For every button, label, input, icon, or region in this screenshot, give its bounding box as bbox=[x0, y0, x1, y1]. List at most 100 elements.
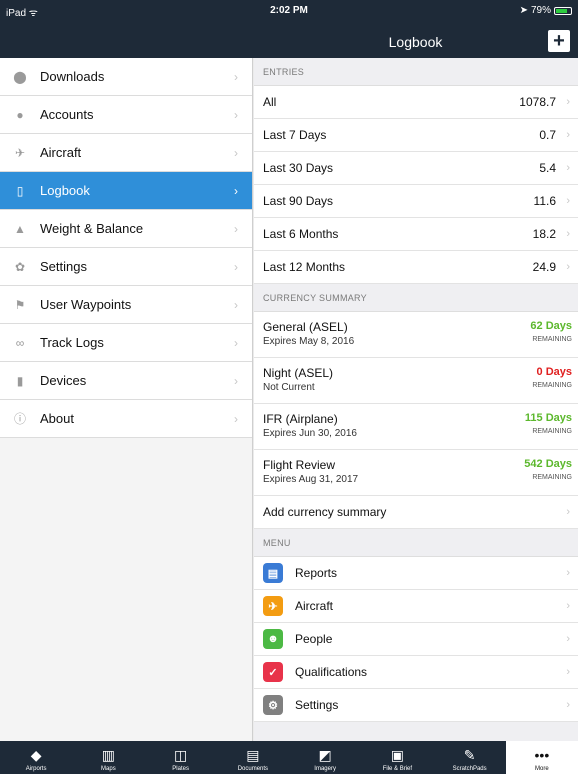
more-icon: ••• bbox=[534, 747, 550, 763]
sidebar-item-label: Settings bbox=[40, 259, 87, 274]
book-icon: ▯ bbox=[16, 183, 24, 198]
tab-documents[interactable]: ▤ Documents bbox=[217, 741, 289, 774]
sidebar-item-downloads[interactable]: ⬤ Downloads › bbox=[0, 58, 252, 96]
chevron-right-icon: › bbox=[566, 129, 570, 141]
entry-row-30-days[interactable]: Last 30 Days 5.4 › bbox=[254, 152, 578, 185]
entry-row-all[interactable]: All 1078.7 › bbox=[254, 86, 578, 119]
chevron-right-icon: › bbox=[234, 411, 238, 426]
chevron-right-icon: › bbox=[566, 699, 570, 711]
menu-header: MENU bbox=[254, 529, 578, 557]
tab-airports[interactable]: ◆ Airports bbox=[0, 741, 72, 774]
entry-value: 0.7 bbox=[539, 128, 556, 142]
chevron-right-icon: › bbox=[566, 600, 570, 612]
add-currency-summary-button[interactable]: Add currency summary › bbox=[254, 496, 578, 529]
status-bar: iPad ᯤ 2:02 PM ➤ 79% bbox=[0, 0, 578, 22]
add-currency-label: Add currency summary bbox=[263, 505, 387, 519]
entry-row-7-days[interactable]: Last 7 Days 0.7 › bbox=[254, 119, 578, 152]
download-icon: ⬤ bbox=[13, 69, 27, 84]
menu-item-label: Aircraft bbox=[295, 599, 334, 613]
entry-label: Last 90 Days bbox=[263, 194, 334, 208]
entry-row-12-months[interactable]: Last 12 Months 24.9 › bbox=[254, 251, 578, 284]
tab-file-brief[interactable]: ▣ File & Brief bbox=[361, 741, 433, 774]
currency-row-general[interactable]: General (ASEL) Expires May 8, 2016 62 Da… bbox=[254, 312, 578, 358]
battery-percent: 79% bbox=[530, 5, 551, 16]
tab-scratchpads[interactable]: ✎ ScratchPads bbox=[434, 741, 506, 774]
menu-item-label: Settings bbox=[295, 698, 339, 712]
airplane-icon: ✈ bbox=[263, 596, 283, 616]
menu-item-reports[interactable]: ▤ Reports › bbox=[254, 557, 578, 590]
logbook-content: ENTRIES All 1078.7 › Last 7 Days 0.7 › L… bbox=[254, 58, 578, 741]
currency-title: General (ASEL) bbox=[263, 320, 348, 334]
entry-row-6-months[interactable]: Last 6 Months 18.2 › bbox=[254, 218, 578, 251]
chevron-right-icon: › bbox=[566, 96, 570, 108]
menu-item-qualifications[interactable]: ✓ Qualifications › bbox=[254, 656, 578, 689]
entry-value: 11.6 bbox=[533, 194, 556, 208]
tab-label: File & Brief bbox=[382, 766, 413, 772]
currency-title: Flight Review bbox=[263, 458, 336, 472]
tab-imagery[interactable]: ◩ Imagery bbox=[289, 741, 361, 774]
sidebar-item-about[interactable]: ⓘ About › bbox=[0, 400, 252, 438]
currency-subtitle: Expires May 8, 2016 bbox=[263, 336, 355, 347]
menu-item-settings[interactable]: ⚙ Settings › bbox=[254, 689, 578, 722]
currency-subtitle: Expires Jun 30, 2016 bbox=[263, 428, 357, 439]
tab-label: Plates bbox=[172, 766, 189, 772]
sidebar-item-aircraft[interactable]: ✈ Aircraft › bbox=[0, 134, 252, 172]
entry-value: 24.9 bbox=[532, 260, 556, 274]
sidebar-item-weight-balance[interactable]: ▲ Weight & Balance › bbox=[0, 210, 252, 248]
clock: 2:02 PM bbox=[270, 5, 308, 16]
pen-icon: ✎ bbox=[463, 747, 476, 763]
map-icon: ▥ bbox=[101, 747, 115, 763]
page-title: Logbook bbox=[388, 34, 443, 50]
plate-icon: ◫ bbox=[174, 747, 188, 763]
tab-label: More bbox=[535, 766, 549, 772]
chevron-right-icon: › bbox=[566, 195, 570, 207]
chevron-right-icon: › bbox=[566, 666, 570, 678]
sidebar-item-settings[interactable]: ✿ Settings › bbox=[0, 248, 252, 286]
chevron-right-icon: › bbox=[234, 373, 238, 388]
currency-subtitle: Expires Aug 31, 2017 bbox=[263, 474, 359, 485]
chevron-right-icon: › bbox=[234, 69, 238, 84]
entry-label: Last 12 Months bbox=[263, 260, 346, 274]
info-icon: ⓘ bbox=[13, 412, 26, 426]
chevron-right-icon: › bbox=[566, 162, 570, 174]
tab-label: Maps bbox=[101, 766, 116, 772]
entry-label: Last 7 Days bbox=[263, 128, 327, 142]
sidebar: ⬤ Downloads › ● Accounts › ✈ Aircraft › … bbox=[0, 58, 253, 741]
chevron-right-icon: › bbox=[234, 335, 238, 350]
sidebar-item-logbook[interactable]: ▯ Logbook › bbox=[0, 172, 252, 210]
remaining-label: REMAINING bbox=[532, 336, 572, 343]
tab-maps[interactable]: ▥ Maps bbox=[72, 741, 144, 774]
currency-row-flight-review[interactable]: Flight Review Expires Aug 31, 2017 542 D… bbox=[254, 450, 578, 496]
sidebar-item-label: Track Logs bbox=[40, 335, 104, 350]
sidebar-item-label: User Waypoints bbox=[40, 297, 132, 312]
chevron-right-icon: › bbox=[566, 567, 570, 579]
currency-row-ifr[interactable]: IFR (Airplane) Expires Jun 30, 2016 115 … bbox=[254, 404, 578, 450]
remaining-label: REMAINING bbox=[532, 474, 572, 481]
menu-item-label: Qualifications bbox=[295, 665, 368, 679]
sidebar-item-track-logs[interactable]: ∞ Track Logs › bbox=[0, 324, 252, 362]
top-bar: iPad ᯤ 2:02 PM ➤ 79% Logbook + bbox=[0, 0, 578, 58]
days-remaining: 62 Days bbox=[530, 320, 572, 332]
chevron-right-icon: › bbox=[566, 261, 570, 273]
remaining-label: REMAINING bbox=[532, 382, 572, 389]
imagery-icon: ◩ bbox=[318, 747, 332, 763]
entry-row-90-days[interactable]: Last 90 Days 11.6 › bbox=[254, 185, 578, 218]
entries-header: ENTRIES bbox=[254, 58, 578, 86]
currency-subtitle: Not Current bbox=[263, 382, 315, 393]
sidebar-item-label: Weight & Balance bbox=[40, 221, 144, 236]
tab-plates[interactable]: ◫ Plates bbox=[145, 741, 217, 774]
sidebar-item-user-waypoints[interactable]: ⚑ User Waypoints › bbox=[0, 286, 252, 324]
add-entry-button[interactable]: + bbox=[548, 30, 570, 52]
currency-header: CURRENCY SUMMARY bbox=[254, 284, 578, 312]
sidebar-item-accounts[interactable]: ● Accounts › bbox=[0, 96, 252, 134]
menu-item-aircraft[interactable]: ✈ Aircraft › bbox=[254, 590, 578, 623]
entry-value: 18.2 bbox=[532, 227, 556, 241]
remaining-label: REMAINING bbox=[532, 428, 572, 435]
sidebar-item-devices[interactable]: ▮ Devices › bbox=[0, 362, 252, 400]
menu-item-people[interactable]: ☻ People › bbox=[254, 623, 578, 656]
days-remaining: 0 Days bbox=[536, 366, 572, 378]
chevron-right-icon: › bbox=[566, 633, 570, 645]
tab-more[interactable]: ••• More bbox=[505, 741, 578, 774]
track-icon: ∞ bbox=[15, 335, 25, 350]
currency-row-night[interactable]: Night (ASEL) Not Current 0 Days REMAININ… bbox=[254, 358, 578, 404]
